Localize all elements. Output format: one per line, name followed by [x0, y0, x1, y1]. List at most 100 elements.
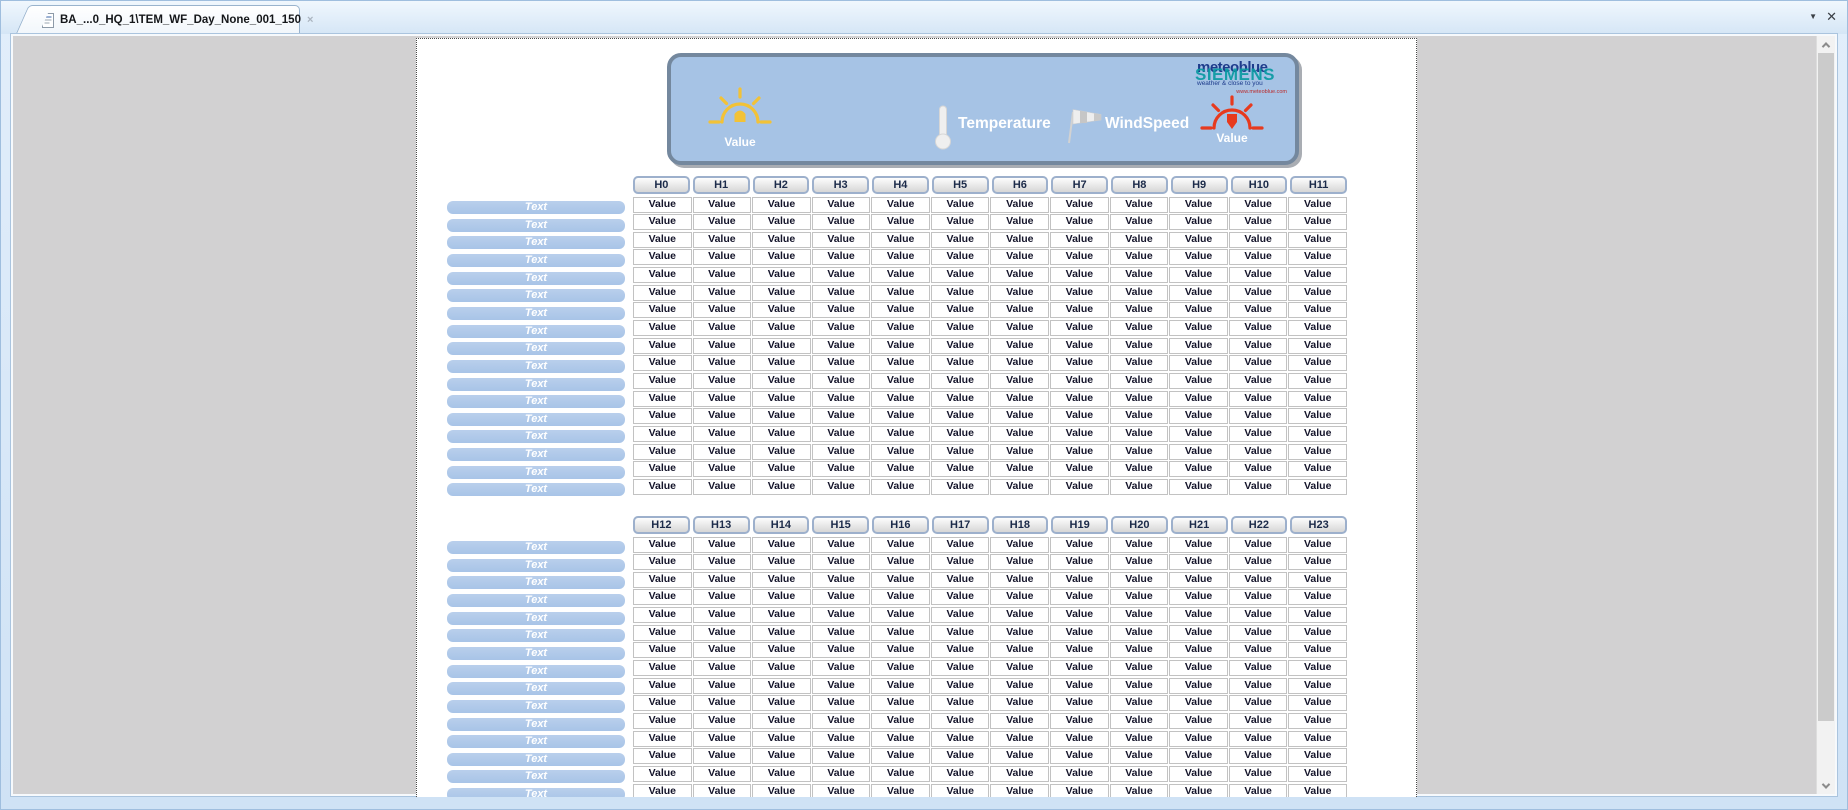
value-cell: Value: [1229, 607, 1288, 623]
row-label-pill: Text: [447, 541, 625, 554]
value-cell: Value: [633, 426, 692, 442]
value-cell: Value: [752, 461, 811, 477]
tab-close-icon[interactable]: ×: [307, 15, 313, 26]
value-cell: Value: [633, 285, 692, 301]
value-cell: Value: [990, 554, 1049, 570]
row-label-pill: Text: [447, 647, 625, 660]
value-cell: Value: [1229, 537, 1288, 553]
value-cell: Value: [1050, 408, 1109, 424]
value-cell: Value: [1288, 408, 1347, 424]
value-cell: Value: [633, 391, 692, 407]
value-cell: Value: [633, 660, 692, 676]
value-cell: Value: [633, 479, 692, 495]
tab-report[interactable]: BA_...0_HQ_1\TEM_WF_Day_None_001_150 ×: [34, 5, 300, 34]
value-cell: Value: [752, 302, 811, 318]
value-cell: Value: [1050, 572, 1109, 588]
value-cell: Value: [693, 554, 752, 570]
value-cell: Value: [990, 589, 1049, 605]
value-cell: Value: [931, 267, 990, 283]
report-page: Value Temperature WindSpeed: [416, 38, 1417, 797]
value-cell: Value: [1288, 197, 1347, 213]
value-cell: Value: [633, 249, 692, 265]
value-cell: Value: [1169, 642, 1228, 658]
value-cell: Value: [1110, 214, 1169, 230]
column-header-h14: H14: [753, 516, 810, 534]
table-row: ValueValueValueValueValueValueValueValue…: [633, 444, 1347, 460]
value-cell: Value: [871, 285, 930, 301]
value-cell: Value: [1229, 373, 1288, 389]
app-window: BA_...0_HQ_1\TEM_WF_Day_None_001_150 × ▼…: [0, 0, 1848, 810]
value-cell: Value: [693, 267, 752, 283]
scrollbar-up-button[interactable]: [1817, 36, 1835, 53]
value-cell: Value: [693, 197, 752, 213]
value-cell: Value: [931, 784, 990, 797]
value-cell: Value: [871, 249, 930, 265]
value-cell: Value: [871, 660, 930, 676]
logo-overlay-text: SIEMENS: [1195, 65, 1275, 85]
value-cell: Value: [812, 267, 871, 283]
value-cell: Value: [1288, 660, 1347, 676]
value-cell: Value: [1288, 642, 1347, 658]
value-cell: Value: [752, 642, 811, 658]
scrollbar-down-button[interactable]: [1817, 777, 1835, 794]
column-header-h1: H1: [693, 176, 750, 194]
value-cell: Value: [1229, 784, 1288, 797]
value-cell: Value: [1288, 391, 1347, 407]
value-cell: Value: [871, 461, 930, 477]
row-label-pill: Text: [447, 665, 625, 678]
value-cell: Value: [1050, 731, 1109, 747]
value-cell: Value: [1169, 678, 1228, 694]
value-cell: Value: [633, 461, 692, 477]
value-cell: Value: [752, 784, 811, 797]
value-cell: Value: [1169, 391, 1228, 407]
value-cell: Value: [931, 766, 990, 782]
value-cell: Value: [931, 660, 990, 676]
value-cell: Value: [1050, 660, 1109, 676]
value-cell: Value: [1229, 642, 1288, 658]
value-cell: Value: [1050, 589, 1109, 605]
value-cell: Value: [1169, 731, 1228, 747]
value-cell: Value: [812, 408, 871, 424]
row-label-pill: Text: [447, 700, 625, 713]
chevron-down-icon[interactable]: ▼: [1809, 13, 1817, 21]
value-cell: Value: [931, 285, 990, 301]
table-row: ValueValueValueValueValueValueValueValue…: [633, 642, 1347, 658]
row-label-pill: Text: [447, 360, 625, 373]
column-header-h3: H3: [812, 176, 869, 194]
value-cell: Value: [633, 713, 692, 729]
vertical-scrollbar[interactable]: [1816, 36, 1835, 794]
value-cell: Value: [633, 197, 692, 213]
scrollbar-thumb[interactable]: [1818, 53, 1834, 721]
value-cell: Value: [752, 479, 811, 495]
value-cell: Value: [1288, 355, 1347, 371]
value-cell: Value: [812, 214, 871, 230]
value-cell: Value: [1229, 625, 1288, 641]
value-cell: Value: [1288, 461, 1347, 477]
value-cell: Value: [990, 766, 1049, 782]
value-cell: Value: [1110, 302, 1169, 318]
value-cell: Value: [812, 572, 871, 588]
value-cell: Value: [871, 444, 930, 460]
value-cell: Value: [1169, 408, 1228, 424]
value-cell: Value: [990, 748, 1049, 764]
value-cell: Value: [871, 426, 930, 442]
value-cell: Value: [693, 408, 752, 424]
value-cell: Value: [633, 766, 692, 782]
table-row: ValueValueValueValueValueValueValueValue…: [633, 678, 1347, 694]
value-cell: Value: [1110, 461, 1169, 477]
row-label-pill: Text: [447, 378, 625, 391]
column-header-h17: H17: [932, 516, 989, 534]
close-icon[interactable]: ✕: [1826, 10, 1837, 23]
value-cell: Value: [1050, 784, 1109, 797]
value-cell: Value: [931, 748, 990, 764]
row-label-pill: Text: [447, 753, 625, 766]
value-cell: Value: [931, 214, 990, 230]
value-cell: Value: [693, 784, 752, 797]
value-cell: Value: [812, 695, 871, 711]
value-cell: Value: [1229, 355, 1288, 371]
value-cell: Value: [931, 713, 990, 729]
value-cell: Value: [1229, 554, 1288, 570]
chevron-down-icon: [1822, 780, 1830, 788]
value-cell: Value: [633, 355, 692, 371]
value-cell: Value: [812, 589, 871, 605]
